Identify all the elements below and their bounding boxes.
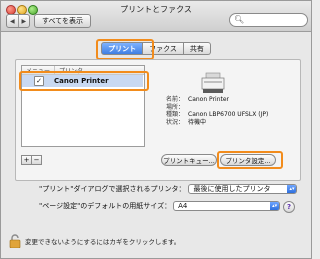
- popup-arrows-icon: ▴▾: [287, 185, 297, 193]
- paper-size-value: A4: [178, 202, 188, 210]
- lock-icon[interactable]: [9, 234, 21, 248]
- back-arrow-icon[interactable]: ◀: [7, 15, 18, 27]
- info-status-value: 待機中: [188, 118, 207, 126]
- selected-printer-value: 最後に使用したプリンタ: [193, 185, 271, 193]
- tab-bar: プリント ファクス 共有: [1, 42, 311, 55]
- printer-info: 名前： Canon Printer 場所： 種類： Canon LBP6700 UF…: [166, 96, 268, 126]
- selected-printer-label: "プリント"ダイアログで選択されるプリンタ：: [39, 185, 186, 193]
- remove-printer-button[interactable]: −: [32, 155, 42, 165]
- info-name-key: 名前：: [166, 96, 185, 103]
- search-field[interactable]: 🔍︎: [229, 13, 308, 27]
- printer-icon: [201, 72, 225, 93]
- lock-message: 変更できないようにするにはカギをクリックします。: [25, 238, 181, 246]
- info-type-key: 種類：: [166, 111, 185, 118]
- info-location-key: 場所：: [166, 103, 185, 111]
- forward-arrow-icon[interactable]: ▶: [17, 15, 30, 27]
- lock-row: 変更できないようにするにはカギをクリックします。: [9, 234, 180, 248]
- list-add-remove-controls: + −: [21, 155, 42, 165]
- selected-printer-popup[interactable]: 最後に使用したプリンタ ▴▾: [188, 184, 298, 194]
- setup-button-highlight-box: [217, 151, 283, 169]
- search-icon: 🔍︎: [234, 15, 245, 24]
- print-queue-button[interactable]: プリントキュー...: [161, 154, 217, 166]
- popup-arrows-icon: ▴▾: [270, 202, 280, 210]
- preferences-window: プリントとファクス ◀ ▶ すべてを表示 🔍︎ プリント ファクス 共有 メニュ…: [0, 0, 312, 259]
- help-button[interactable]: ?: [283, 201, 295, 213]
- info-status-key: 状況：: [166, 118, 185, 126]
- info-name-value: Canon Printer: [188, 96, 230, 103]
- selected-printer-row: "プリント"ダイアログで選択されるプリンタ： 最後に使用したプリンタ ▴▾: [39, 184, 298, 194]
- tab-sharing[interactable]: 共有: [183, 42, 211, 55]
- paper-size-popup[interactable]: A4 ▴▾: [173, 201, 281, 211]
- back-forward-buttons: ◀ ▶: [6, 14, 30, 28]
- tab-highlight-box: [96, 39, 154, 60]
- show-all-button[interactable]: すべてを表示: [34, 14, 91, 28]
- printer-row-highlight-box: [19, 71, 149, 91]
- title-bar: プリントとファクス ◀ ▶ すべてを表示 🔍︎: [1, 1, 311, 32]
- paper-size-label: "ページ設定"のデフォルトの用紙サイズ：: [39, 202, 172, 210]
- paper-size-row: "ページ設定"のデフォルトの用紙サイズ： A4 ▴▾: [39, 201, 281, 211]
- info-type-value: Canon LBP6700 UFSLX (JP): [188, 111, 269, 118]
- add-printer-button[interactable]: +: [21, 155, 32, 165]
